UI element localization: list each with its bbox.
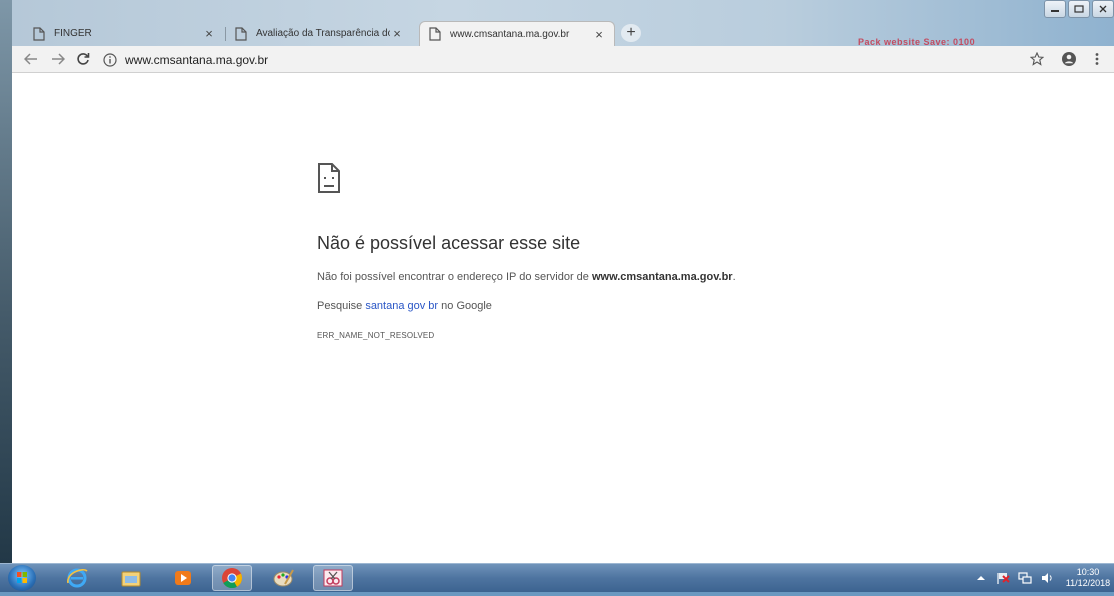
show-hidden-icons-icon[interactable]	[974, 571, 988, 585]
back-button[interactable]	[22, 50, 40, 68]
search-link[interactable]: santana gov br	[365, 300, 438, 312]
taskbar-paint[interactable]	[263, 565, 303, 591]
media-player-icon	[175, 571, 191, 585]
taskbar-chrome[interactable]	[212, 565, 252, 591]
reload-icon	[77, 53, 90, 65]
maximize-button[interactable]	[1068, 0, 1090, 18]
tab-avaliacao[interactable]: Avaliação da Transparência dos : ×	[226, 21, 412, 46]
clock[interactable]: 10:30 11/12/2018	[1062, 567, 1114, 589]
reload-button[interactable]	[74, 50, 92, 68]
close-tab-icon[interactable]: ×	[592, 27, 606, 42]
back-arrow-icon	[24, 53, 37, 65]
bookmark-button[interactable]	[1028, 50, 1046, 68]
error-domain: www.cmsantana.ma.gov.br	[591, 271, 733, 283]
error-page: Não é possível acessar esse site Não foi…	[12, 73, 1114, 563]
browser-window: Pack website Save: 0100 FINGER × Avaliaç…	[12, 0, 1114, 563]
menu-button[interactable]	[1088, 50, 1106, 68]
search-suggestion: Pesquise santana gov br no Google	[317, 300, 492, 312]
clock-time: 10:30	[1076, 567, 1100, 577]
error-code: ERR_NAME_NOT_RESOLVED	[317, 331, 435, 340]
browser-toolbar	[12, 46, 1114, 73]
action-center-flag-icon[interactable]	[996, 571, 1010, 585]
ie-icon	[67, 568, 88, 588]
desktop-left-strip	[0, 0, 12, 570]
search-suffix: no Google	[438, 300, 492, 312]
taskbar: 10:30 11/12/2018	[0, 563, 1114, 592]
tab-cmsantana[interactable]: www.cmsantana.ma.gov.br ×	[419, 21, 615, 46]
account-button[interactable]	[1060, 50, 1078, 68]
close-tab-icon[interactable]: ×	[202, 26, 216, 41]
forward-button[interactable]	[49, 50, 67, 68]
info-icon[interactable]	[103, 52, 117, 67]
maximize-icon	[1074, 5, 1084, 13]
minimize-icon	[1051, 10, 1059, 12]
page-icon	[235, 26, 247, 41]
start-button[interactable]	[8, 565, 36, 591]
new-tab-button[interactable]: +	[621, 24, 641, 42]
tab-label: Avaliação da Transparência dos :	[256, 28, 390, 39]
clock-date: 11/12/2018	[1065, 578, 1111, 588]
url-input[interactable]	[125, 52, 725, 67]
error-description: Não foi possível encontrar o endereço IP…	[317, 271, 736, 283]
window-controls	[1042, 0, 1114, 19]
address-bar[interactable]	[103, 49, 1053, 70]
forward-arrow-icon	[52, 53, 65, 65]
taskbar-snipping-tool[interactable]	[313, 565, 353, 591]
file-explorer-icon	[121, 571, 141, 587]
taskbar-media-player[interactable]	[163, 565, 203, 591]
page-icon	[429, 27, 441, 41]
menu-icon	[1095, 53, 1099, 65]
volume-icon[interactable]	[1040, 571, 1054, 585]
page-icon	[33, 26, 45, 41]
tab-label: www.cmsantana.ma.gov.br	[450, 28, 570, 40]
taskbar-file-explorer[interactable]	[111, 565, 151, 591]
error-description-prefix: Não foi possível encontrar o endereço IP…	[317, 271, 592, 283]
minimize-button[interactable]	[1044, 0, 1066, 18]
paint-icon	[273, 569, 294, 587]
sad-page-icon	[318, 163, 340, 193]
close-icon	[1099, 5, 1107, 13]
tab-finger[interactable]: FINGER ×	[24, 21, 224, 46]
account-icon	[1062, 52, 1076, 66]
network-icon[interactable]	[1018, 571, 1032, 585]
tab-strip: Pack website Save: 0100 FINGER × Avaliaç…	[12, 0, 1114, 47]
windows-logo-icon	[17, 572, 27, 583]
tab-label: FINGER	[54, 28, 92, 39]
close-window-button[interactable]	[1092, 0, 1114, 18]
search-prefix: Pesquise	[317, 300, 366, 312]
error-description-suffix: .	[732, 271, 736, 283]
taskbar-internet-explorer[interactable]	[57, 565, 97, 591]
star-icon	[1030, 52, 1044, 66]
system-tray: 10:30 11/12/2018	[974, 564, 1114, 592]
close-tab-icon[interactable]: ×	[390, 26, 404, 41]
error-title: Não é possível acessar esse site	[317, 233, 581, 253]
chrome-icon	[222, 568, 243, 589]
snipping-tool-icon	[323, 569, 343, 587]
